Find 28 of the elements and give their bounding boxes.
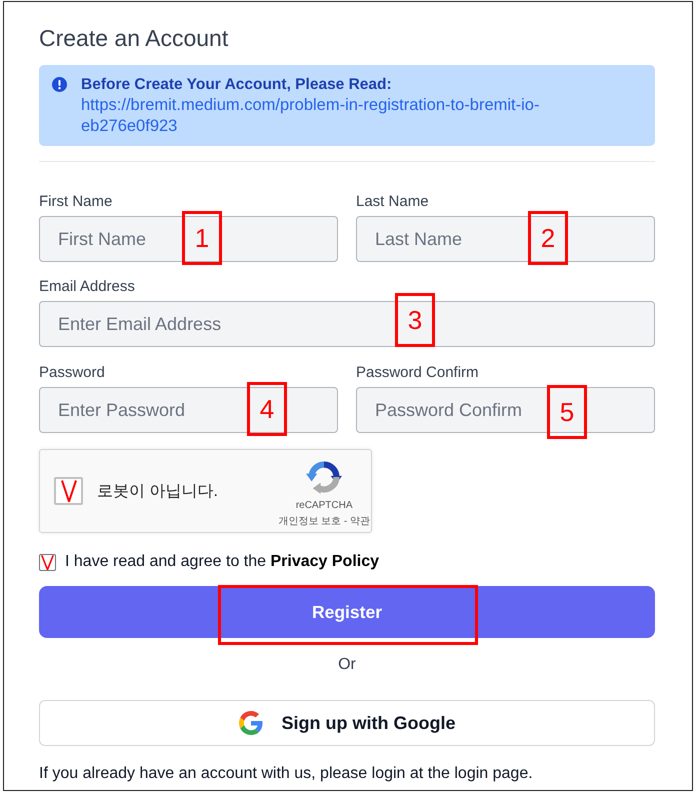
field-label: Password Confirm [356,363,480,383]
field-label: Password [39,363,106,383]
register-button[interactable]: Register [39,586,655,638]
annotation-number: 5 [547,385,587,439]
agree-text: I have read and agree to the Privacy Policy [65,552,379,572]
circular-arrows-icon [306,459,342,495]
google-logo-icon [238,711,262,735]
google-signup-button[interactable]: Sign up with Google [39,700,655,746]
page-title: Create an Account [39,24,230,52]
annotation-number: 1 [182,211,222,265]
check-icon [60,480,76,502]
agree-checkbox[interactable] [39,554,56,570]
annotation-number: 4 [247,382,287,436]
alert-link[interactable]: https://bremit.medium.com/problem-in-registration-to-bremit-io-eb276e0f923 [81,95,551,137]
captcha-checkbox[interactable] [54,477,83,505]
login-hint-text: If you already have an account with us, please login at the login page. [39,764,534,784]
annotation-number: 3 [395,293,435,347]
field-label: Last Name [356,192,430,212]
check-icon [41,554,54,570]
captcha-links[interactable]: 개인정보 보호 - 약관 [278,515,370,528]
captcha-brand: reCAPTCHA [296,500,352,512]
separator-text: Or [337,655,357,675]
alert-icon [52,77,67,92]
annotation-number: 2 [528,211,568,265]
field-label: Email Address [39,277,136,297]
field-label: First Name [39,192,114,212]
captcha-label: 로봇이 아닙니다. [97,482,218,502]
alert-heading: Before Create Your Account, Please Read: [81,75,393,95]
